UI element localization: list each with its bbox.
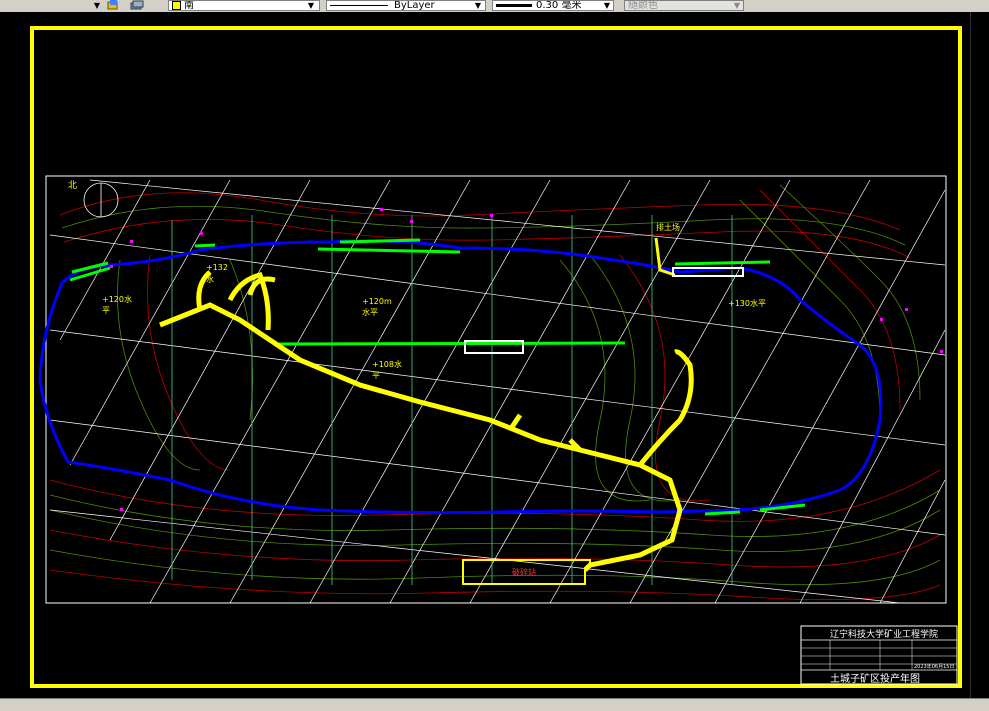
level-label-108: +108水 — [372, 359, 402, 369]
level-label-120-b: 平 — [102, 306, 110, 315]
lineweight-dropdown-arrow-icon[interactable]: ▼ — [602, 0, 612, 11]
layer-dropdown-arrow-icon[interactable]: ▼ — [92, 0, 102, 11]
status-strip — [0, 698, 989, 711]
north-label: 北 — [68, 180, 77, 191]
level-label-132: +132 — [206, 263, 228, 272]
level-label-120: +120水 — [102, 294, 132, 304]
level-label-120m: +120m — [362, 297, 392, 306]
lineweight-select[interactable]: 0.30 毫米 — [492, 0, 614, 11]
vertical-scrollbar[interactable] — [970, 12, 989, 698]
exploration-lines — [171, 215, 733, 585]
linetype-dropdown-arrow-icon[interactable]: ▼ — [473, 0, 483, 11]
cad-drawing: 北 +120水 平 +132 水 +120m 水平 +108水 平 +130水平… — [30, 26, 962, 688]
level-label-132-b: 水 — [206, 274, 214, 284]
linetype-select[interactable]: ByLayer — [326, 0, 486, 11]
title-block-institution: 辽宁科技大学矿业工程学院 — [830, 628, 938, 640]
level-label-108-b: 平 — [372, 371, 380, 380]
plot-style-select[interactable]: 随颜色 — [624, 0, 744, 11]
crushing-station-label: 破碎站 — [512, 567, 536, 577]
level-label-130: +130水平 — [728, 298, 766, 308]
haul-roads — [159, 270, 694, 572]
layer-previous-icon[interactable] — [130, 0, 144, 11]
lineweight-preview-icon — [496, 3, 532, 7]
linetype-preview-icon — [330, 4, 388, 6]
survey-grid — [49, 179, 946, 604]
plot-style-dropdown-arrow-icon[interactable]: ▼ — [732, 0, 742, 11]
survey-points — [110, 208, 943, 511]
pit-boundary — [38, 239, 883, 515]
level-label-120m-b: 水平 — [362, 307, 378, 317]
dump-label: 排土场 — [656, 222, 680, 232]
sheet-frame — [30, 26, 962, 688]
color-dropdown-arrow-icon[interactable]: ▼ — [306, 0, 316, 11]
drawing-title: 土城子矿区投产年图 — [830, 672, 920, 685]
bench-lines — [69, 238, 806, 516]
drawing-canvas[interactable]: 北 +120水 平 +132 水 +120m 水平 +108水 平 +130水平… — [0, 12, 989, 698]
color-swatch-icon — [172, 1, 181, 10]
title-block: 辽宁科技大学矿业工程学院 2023年06月15日 土城子矿区投产年图 — [800, 625, 958, 685]
layer-color-select[interactable]: 南 — [168, 0, 320, 11]
title-block-date: 2023年06月15日 — [914, 663, 954, 670]
layer-state-icon[interactable] — [106, 0, 120, 11]
